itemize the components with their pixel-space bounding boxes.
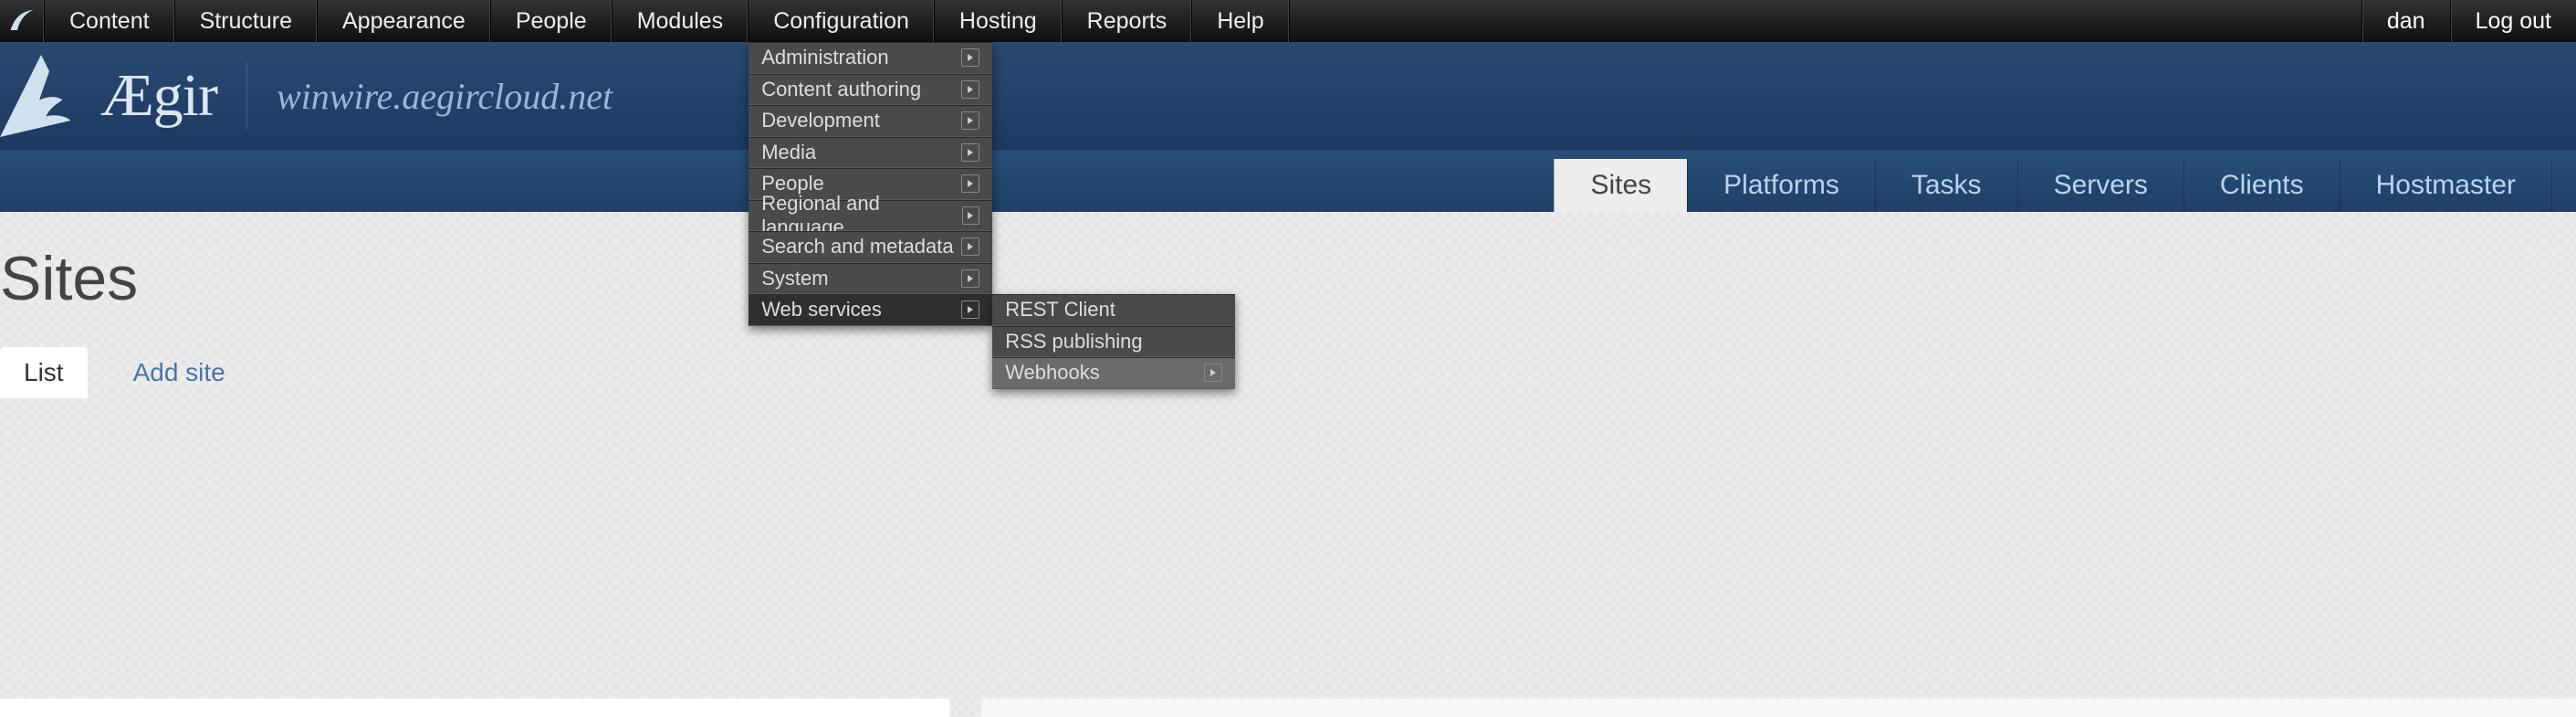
config-item-content-authoring[interactable]: Content authoring xyxy=(749,74,992,106)
tab-clients[interactable]: Clients xyxy=(2183,159,2340,212)
config-item-media[interactable]: Media xyxy=(749,137,992,169)
chevron-right-icon xyxy=(961,80,979,99)
page-title: Sites xyxy=(0,243,2576,314)
ws-item-webhooks[interactable]: Webhooks xyxy=(992,357,1235,389)
config-item-system[interactable]: System xyxy=(749,263,992,295)
site-url[interactable]: winwire.aegircloud.net xyxy=(277,75,613,118)
web-services-submenu: REST Client RSS publishing Webhooks xyxy=(992,294,1235,389)
logout-link[interactable]: Log out xyxy=(2450,0,2576,42)
local-tab-add[interactable]: Add site xyxy=(110,347,249,398)
admin-menu: Content Structure Appearance People Modu… xyxy=(45,0,1290,42)
tab-sites[interactable]: Sites xyxy=(1554,159,1687,212)
admin-menu-configuration[interactable]: Configuration Administration Content aut… xyxy=(749,0,935,42)
chevron-right-icon xyxy=(961,269,979,288)
chevron-right-icon xyxy=(962,206,979,225)
aegir-logo-icon xyxy=(0,55,82,137)
configuration-submenu: Administration Content authoring Develop… xyxy=(749,42,992,326)
chevron-right-icon xyxy=(961,143,979,162)
chevron-right-icon xyxy=(961,301,979,319)
tab-platforms[interactable]: Platforms xyxy=(1687,159,1875,212)
local-tabs: List Add site xyxy=(0,347,2576,398)
content-panel-right xyxy=(981,699,2576,717)
config-item-regional[interactable]: Regional and language xyxy=(749,200,992,232)
admin-menu-appearance[interactable]: Appearance xyxy=(318,0,491,42)
config-item-administration[interactable]: Administration xyxy=(749,42,992,74)
ws-item-rss-publishing[interactable]: RSS publishing xyxy=(992,326,1235,358)
primary-tabs: Sites Platforms Tasks Servers Clients Ho… xyxy=(0,150,2576,212)
site-header: Ægir winwire.aegircloud.net xyxy=(0,42,2576,150)
admin-menu-people[interactable]: People xyxy=(491,0,613,42)
admin-menu-reports[interactable]: Reports xyxy=(1063,0,1193,42)
logo[interactable]: Ægir xyxy=(0,55,217,137)
tab-hostmaster[interactable]: Hostmaster xyxy=(2340,159,2552,212)
chevron-right-icon xyxy=(961,237,979,256)
logo-text: Ægir xyxy=(100,61,217,131)
chevron-right-icon xyxy=(961,111,979,130)
config-item-web-services[interactable]: Web services REST Client RSS publishing … xyxy=(749,294,992,326)
divider xyxy=(246,62,247,130)
config-item-development[interactable]: Development xyxy=(749,105,992,137)
chevron-right-icon xyxy=(961,174,979,193)
admin-menu-hosting[interactable]: Hosting xyxy=(935,0,1063,42)
content-panel-left xyxy=(0,699,950,717)
ws-item-rest-client[interactable]: REST Client xyxy=(992,294,1235,326)
admin-menu-content[interactable]: Content xyxy=(45,0,175,42)
page-content: Sites List Add site xyxy=(0,212,2576,717)
admin-menu-modules[interactable]: Modules xyxy=(613,0,749,42)
local-tab-list[interactable]: List xyxy=(0,347,88,398)
tab-servers[interactable]: Servers xyxy=(2017,159,2183,212)
chevron-right-icon xyxy=(1204,364,1222,382)
home-icon[interactable] xyxy=(0,0,45,42)
admin-menu-structure[interactable]: Structure xyxy=(175,0,318,42)
admin-user-area: dan Log out xyxy=(2361,0,2576,42)
config-item-search[interactable]: Search and metadata xyxy=(749,231,992,263)
admin-menu-help[interactable]: Help xyxy=(1192,0,1289,42)
chevron-right-icon xyxy=(961,48,979,67)
user-link[interactable]: dan xyxy=(2361,0,2450,42)
admin-toolbar: Content Structure Appearance People Modu… xyxy=(0,0,2576,42)
tab-tasks[interactable]: Tasks xyxy=(1875,159,2017,212)
